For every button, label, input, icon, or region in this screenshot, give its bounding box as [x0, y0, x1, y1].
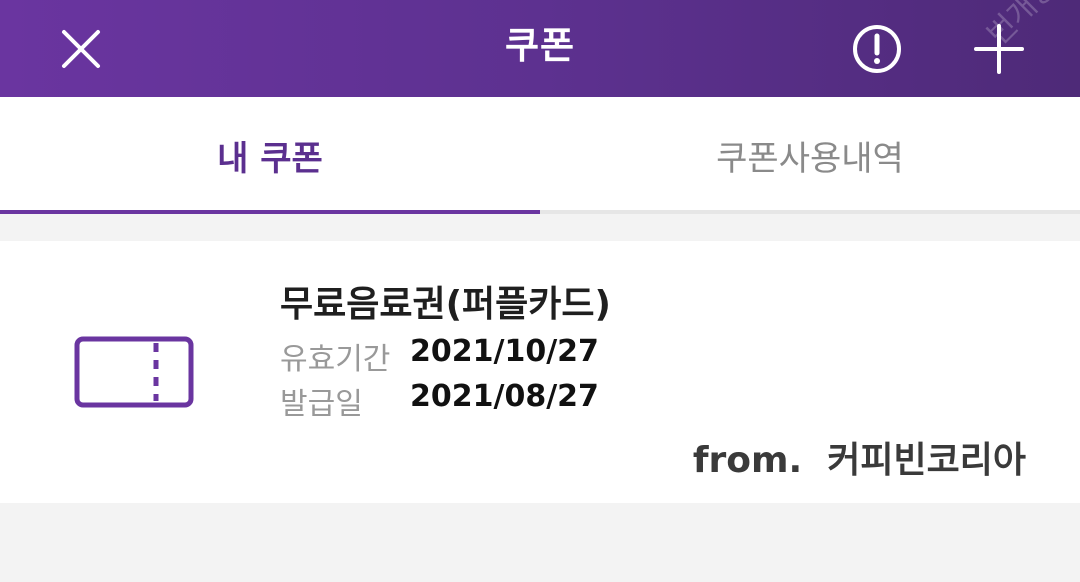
info-circle-icon: [853, 25, 901, 73]
from-label: from.: [692, 440, 803, 481]
tab-bar: 내 쿠폰 쿠폰사용내역: [0, 97, 1080, 214]
issued-value: 2021/08/27: [410, 379, 599, 414]
tab-my-coupons[interactable]: 내 쿠폰: [0, 97, 540, 214]
coupon-card[interactable]: 무료음료권(퍼플카드) 유효기간 2021/10/27 발급일 2021/08/…: [0, 241, 1080, 503]
app-header: 쿠폰 번개장: [0, 0, 1080, 97]
ticket-icon: [74, 336, 194, 412]
coupon-name: 무료음료권(퍼플카드): [280, 284, 611, 325]
expiry-label: 유효기간: [280, 342, 391, 377]
expiry-value: 2021/10/27: [410, 334, 599, 369]
tab-indicator-active: [0, 210, 540, 214]
issuer-name: 커피빈코리아: [827, 440, 1026, 481]
tab-coupon-history[interactable]: 쿠폰사용내역: [540, 97, 1080, 214]
issued-label: 발급일: [280, 387, 363, 422]
coupon-issuer: from. 커피빈코리아: [693, 431, 1026, 483]
info-button[interactable]: [842, 14, 912, 84]
page-title: 쿠폰: [504, 24, 576, 67]
